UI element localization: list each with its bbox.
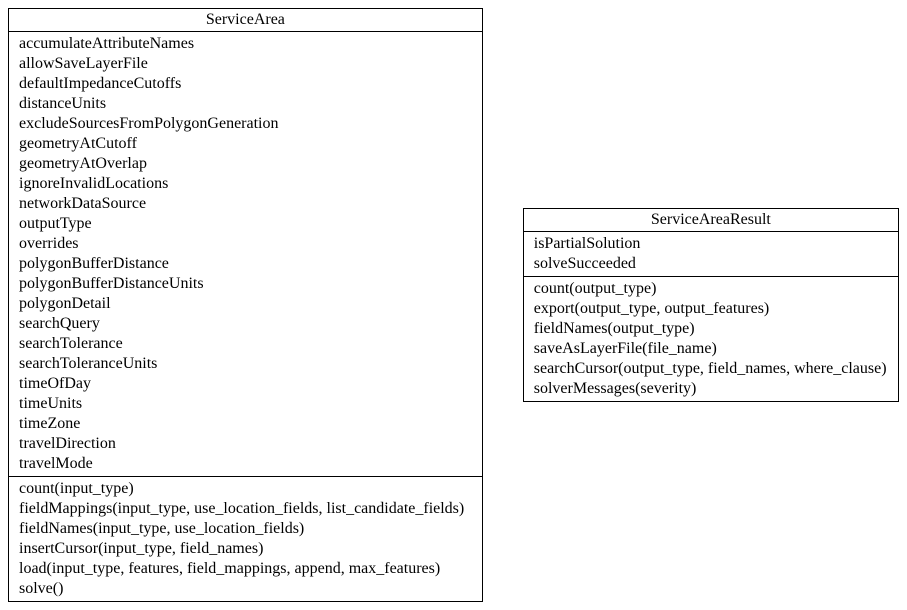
methods-compartment: count(input_type)fieldMappings(input_typ… — [9, 476, 482, 601]
method-item: export(output_type, output_features) — [534, 299, 888, 319]
attribute-item: defaultImpedanceCutoffs — [19, 74, 472, 94]
method-item: fieldNames(output_type) — [534, 319, 888, 339]
attribute-item: searchToleranceUnits — [19, 354, 472, 374]
attribute-item: polygonDetail — [19, 294, 472, 314]
attribute-item: solveSucceeded — [534, 254, 888, 274]
attribute-item: searchQuery — [19, 314, 472, 334]
method-item: saveAsLayerFile(file_name) — [534, 339, 888, 359]
attributes-compartment: accumulateAttributeNamesallowSaveLayerFi… — [9, 32, 482, 476]
attribute-item: networkDataSource — [19, 194, 472, 214]
method-item: fieldNames(input_type, use_location_fiel… — [19, 519, 472, 539]
method-item: searchCursor(output_type, field_names, w… — [534, 359, 888, 379]
method-item: solve() — [19, 579, 472, 599]
attribute-item: travelMode — [19, 454, 472, 474]
attribute-item: distanceUnits — [19, 94, 472, 114]
method-item: solverMessages(severity) — [534, 379, 888, 399]
attribute-item: polygonBufferDistanceUnits — [19, 274, 472, 294]
attribute-item: timeOfDay — [19, 374, 472, 394]
method-item: count(input_type) — [19, 479, 472, 499]
attribute-item: excludeSourcesFromPolygonGeneration — [19, 114, 472, 134]
attribute-item: outputType — [19, 214, 472, 234]
attribute-item: geometryAtOverlap — [19, 154, 472, 174]
attribute-item: geometryAtCutoff — [19, 134, 472, 154]
attribute-item: overrides — [19, 234, 472, 254]
attribute-item: accumulateAttributeNames — [19, 34, 472, 54]
attribute-item: timeUnits — [19, 394, 472, 414]
attribute-item: polygonBufferDistance — [19, 254, 472, 274]
class-title: ServiceAreaResult — [524, 209, 898, 232]
method-item: load(input_type, features, field_mapping… — [19, 559, 472, 579]
attribute-item: allowSaveLayerFile — [19, 54, 472, 74]
attribute-item: ignoreInvalidLocations — [19, 174, 472, 194]
class-servicearearesult: ServiceAreaResult isPartialSolutionsolve… — [523, 208, 899, 402]
method-item: count(output_type) — [534, 279, 888, 299]
attribute-item: isPartialSolution — [534, 234, 888, 254]
methods-compartment: count(output_type)export(output_type, ou… — [524, 276, 898, 401]
attribute-item: searchTolerance — [19, 334, 472, 354]
class-servicearea: ServiceArea accumulateAttributeNamesallo… — [8, 8, 483, 602]
diagram-layout: ServiceArea accumulateAttributeNamesallo… — [8, 8, 899, 602]
attribute-item: travelDirection — [19, 434, 472, 454]
method-item: fieldMappings(input_type, use_location_f… — [19, 499, 472, 519]
attributes-compartment: isPartialSolutionsolveSucceeded — [524, 232, 898, 276]
attribute-item: timeZone — [19, 414, 472, 434]
method-item: insertCursor(input_type, field_names) — [19, 539, 472, 559]
class-title: ServiceArea — [9, 9, 482, 32]
